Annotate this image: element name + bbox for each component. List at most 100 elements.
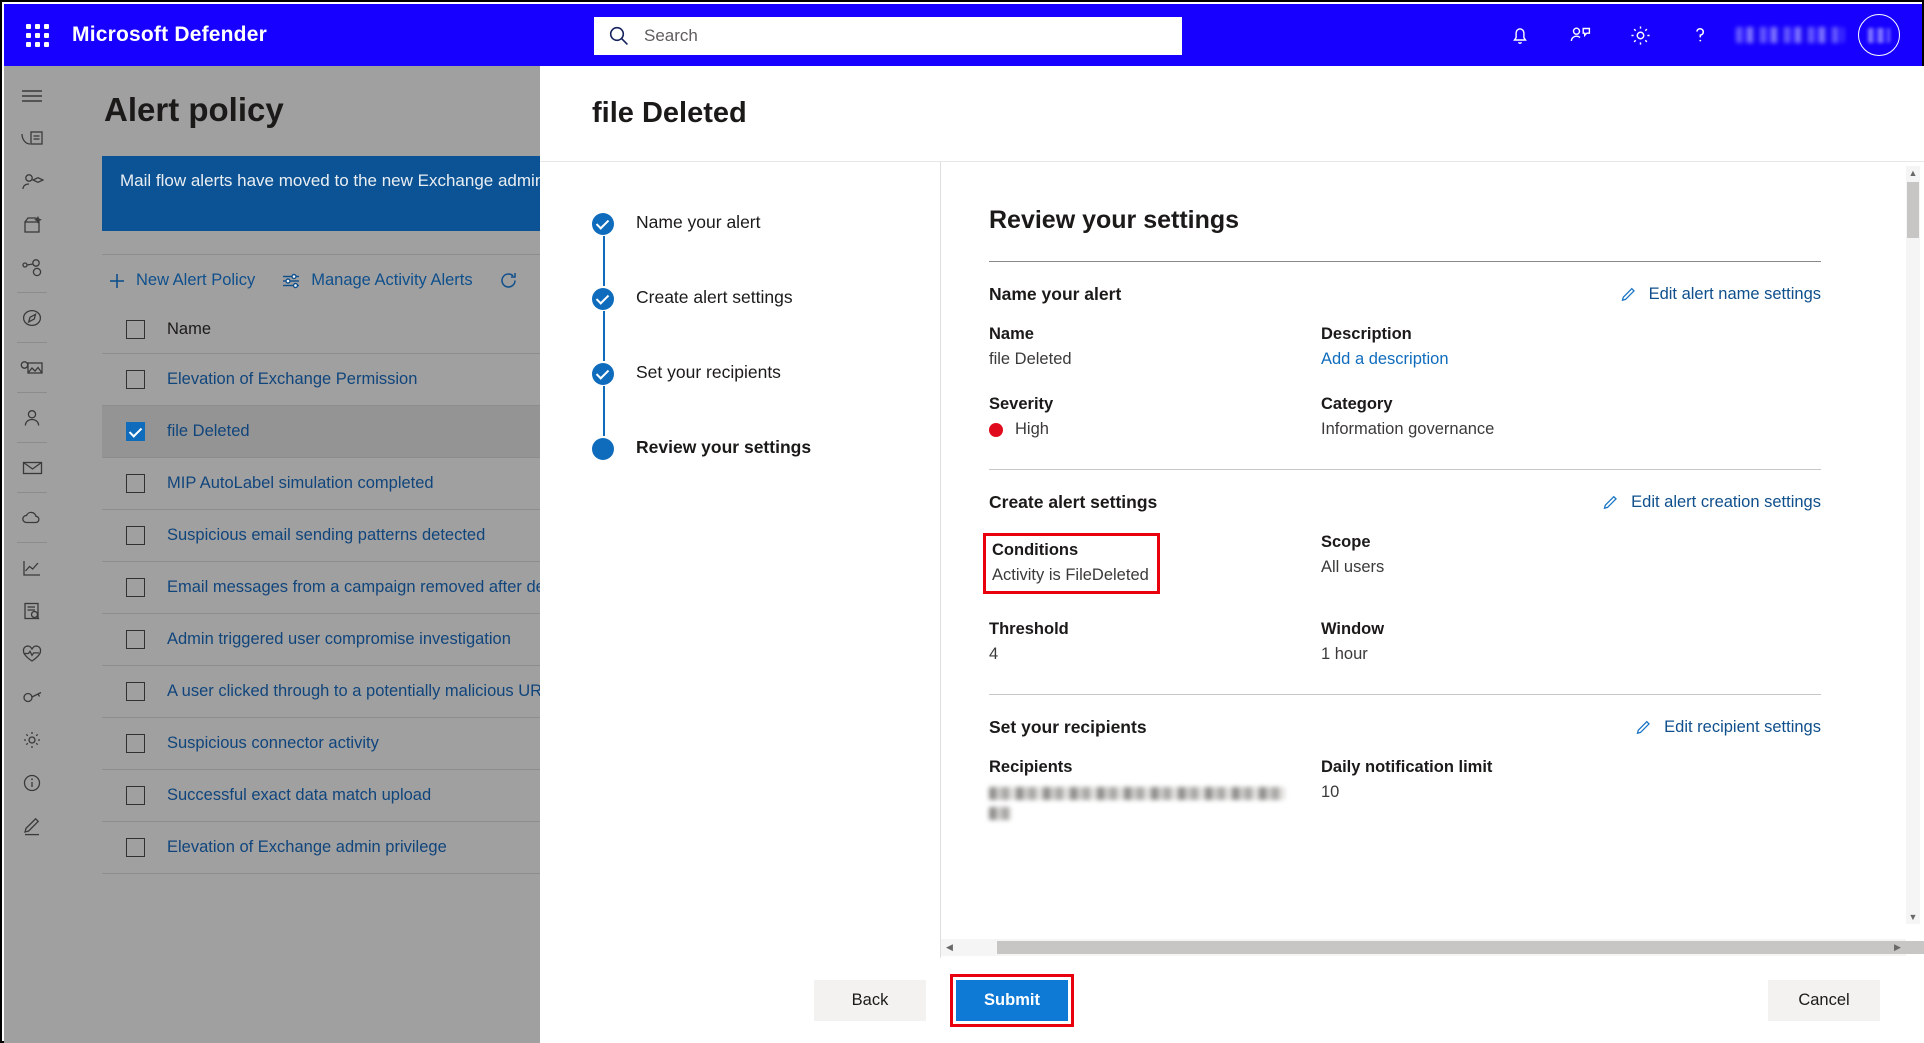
step-connector [603,236,605,286]
feedback-pencil-icon[interactable] [4,804,60,847]
row-checkbox[interactable] [126,682,145,701]
edit-alert-name-settings-link[interactable]: Edit alert name settings [1619,285,1821,304]
left-navigation-rail [4,66,60,1043]
row-checkbox[interactable] [126,630,145,649]
feedback-person-icon[interactable] [1550,4,1610,66]
row-label[interactable]: Suspicious email sending patterns detect… [167,526,485,545]
edit-recipient-settings-link[interactable]: Edit recipient settings [1634,718,1821,737]
row-label[interactable]: Elevation of Exchange admin privilege [167,838,447,857]
row-label[interactable]: Successful exact data match upload [167,786,431,805]
column-header-name: Name [167,320,211,339]
create-alert-fields-row2: Threshold 4 Window 1 hour [989,620,1819,664]
app-launcher-waffle-icon[interactable] [14,24,60,47]
global-search-box[interactable] [594,17,1182,55]
row-checkbox[interactable] [126,838,145,857]
wizard-steps: Name your alert Create alert settings Se… [540,162,940,958]
wizard-step-set-your-recipients[interactable]: Set your recipients [592,362,940,437]
identities-person-icon[interactable] [4,396,60,439]
threat-analytics-icon[interactable] [4,246,60,289]
row-label[interactable]: file Deleted [167,422,250,441]
cloud-apps-icon[interactable] [4,496,60,539]
settings-gear-icon[interactable] [1610,4,1670,66]
section-set-your-recipients-header: Set your recipients Edit recipient setti… [989,717,1821,738]
row-checkbox[interactable] [126,734,145,753]
search-input[interactable] [644,26,1168,46]
rail-divider [17,442,47,443]
vertical-scrollbar[interactable]: ▲ ▼ [1906,166,1920,924]
step-check-icon [592,213,614,235]
scroll-down-arrow-icon[interactable]: ▼ [1906,910,1920,924]
row-label[interactable]: Elevation of Exchange Permission [167,370,417,389]
vertical-scroll-thumb[interactable] [1907,182,1919,238]
severity-dot-icon [989,423,1003,437]
permissions-key-icon[interactable] [4,675,60,718]
field-label: Name [989,325,1321,344]
app-window: Microsoft Defender [0,0,1924,1043]
row-checkbox[interactable] [126,786,145,805]
rail-divider [17,292,47,293]
row-checkbox[interactable] [126,526,145,545]
section-heading: Set your recipients [989,717,1147,738]
partner-catalog-icon[interactable] [4,203,60,246]
wizard-step-review-your-settings[interactable]: Review your settings [592,437,940,512]
more-info-icon[interactable] [4,761,60,804]
cancel-button[interactable]: Cancel [1768,980,1880,1021]
row-label[interactable]: Email messages from a campaign removed a… [167,578,583,597]
row-checkbox[interactable] [126,422,145,441]
scroll-up-arrow-icon[interactable]: ▲ [1906,166,1920,180]
field-name: Name file Deleted [989,325,1321,369]
severity-value: High [1015,420,1049,439]
recipients-value-masked [989,787,1285,800]
avatar[interactable] [1858,14,1900,56]
settings-gear-icon[interactable] [4,718,60,761]
new-alert-policy-label: New Alert Policy [136,271,255,290]
row-label[interactable]: A user clicked through to a potentially … [167,682,551,701]
step-connector [603,311,605,361]
add-description-link[interactable]: Add a description [1321,350,1653,369]
field-label: Window [1321,620,1653,639]
field-label: Category [1321,395,1653,414]
panel-footer: Back Submit Cancel [540,958,1924,1043]
select-all-checkbox[interactable] [126,320,145,339]
incidents-report-icon[interactable] [4,117,60,160]
manage-activity-alerts-button[interactable]: Manage Activity Alerts [281,271,472,290]
step-current-icon [592,438,614,460]
scroll-right-arrow-icon[interactable]: ▶ [1889,939,1906,956]
row-checkbox[interactable] [126,474,145,493]
help-question-icon[interactable] [1670,4,1730,66]
learning-hub-icon[interactable] [4,160,60,203]
audit-document-icon[interactable] [4,589,60,632]
horizontal-scroll-thumb[interactable] [997,941,1924,954]
submit-button[interactable]: Submit [956,980,1068,1021]
field-threshold: Threshold 4 [989,620,1321,664]
panel-header: file Deleted [540,66,1924,162]
row-checkbox[interactable] [126,370,145,389]
row-label[interactable]: MIP AutoLabel simulation completed [167,474,434,493]
edit-alert-creation-settings-link[interactable]: Edit alert creation settings [1601,493,1821,512]
panel-title: file Deleted [592,97,747,130]
health-heart-icon[interactable] [4,632,60,675]
wizard-step-create-alert-settings[interactable]: Create alert settings [592,287,940,362]
reports-chart-icon[interactable] [4,546,60,589]
recipients-fields-row: Recipients Daily notification limit 10 [989,758,1819,820]
compass-explore-icon[interactable] [4,296,60,339]
pencil-icon [1634,718,1653,737]
wizard-step-name-your-alert[interactable]: Name your alert [592,212,940,287]
section-name-your-alert-header: Name your alert Edit alert name settings [989,284,1821,305]
new-alert-policy-button[interactable]: New Alert Policy [108,271,255,290]
rail-divider [17,542,47,543]
back-button[interactable]: Back [814,980,926,1021]
row-label[interactable]: Suspicious connector activity [167,734,379,753]
email-collaboration-icon[interactable] [4,446,60,489]
horizontal-scrollbar[interactable]: ◀ ▶ [941,939,1906,956]
sliders-icon [281,272,301,290]
refresh-button[interactable] [499,271,518,290]
row-checkbox[interactable] [126,578,145,597]
page-title: Alert policy [104,91,284,129]
scroll-left-arrow-icon[interactable]: ◀ [941,939,958,956]
notification-bell-icon[interactable] [1490,4,1550,66]
assets-devices-icon[interactable] [4,346,60,389]
hamburger-menu-icon[interactable] [4,74,60,117]
name-alert-fields-row1: Name file Deleted Description Add a desc… [989,325,1819,369]
row-label[interactable]: Admin triggered user compromise investig… [167,630,511,649]
